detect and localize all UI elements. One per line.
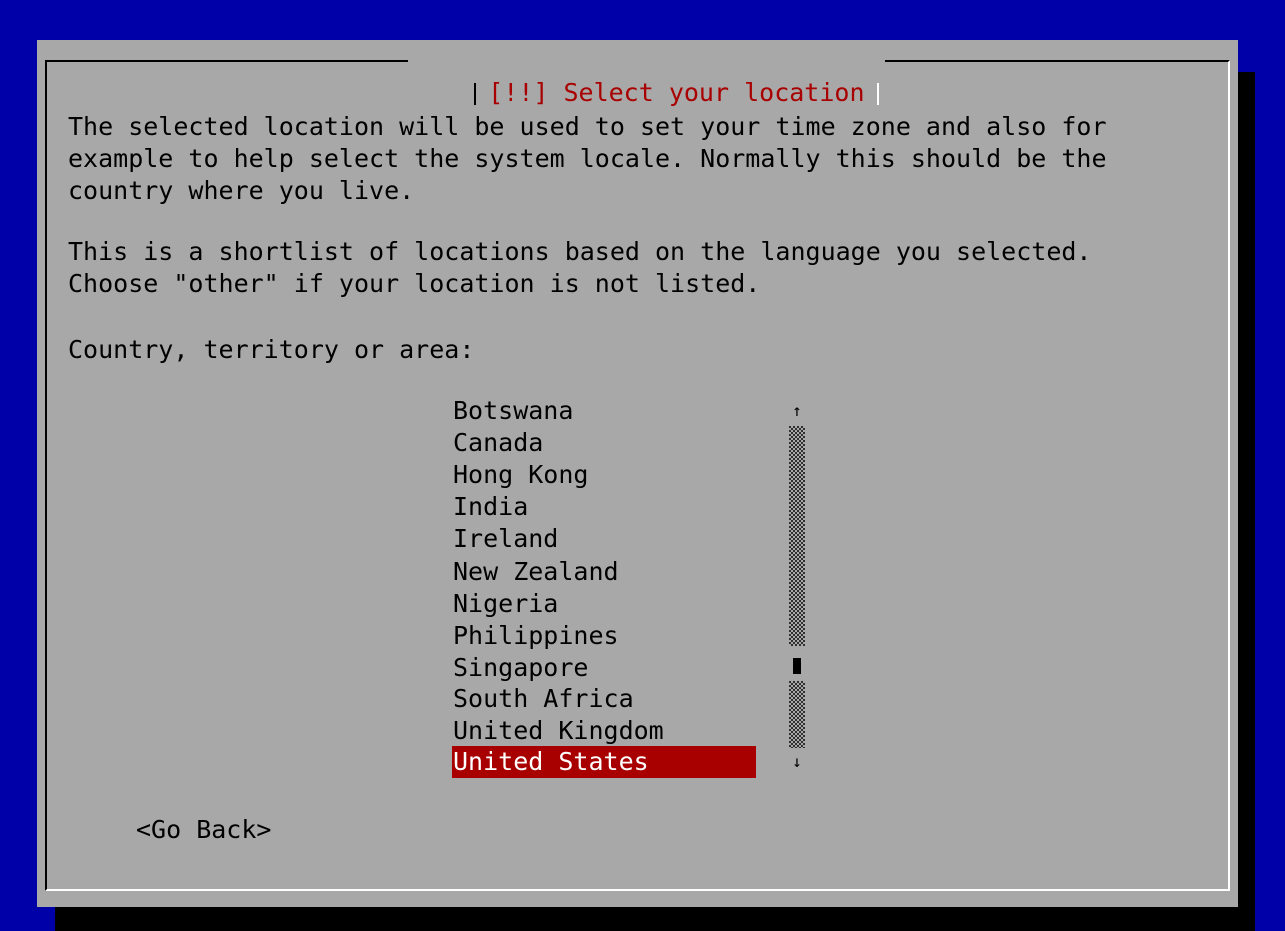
scroll-up-arrow-icon[interactable]: ↑: [785, 395, 809, 427]
list-item-south-africa[interactable]: South Africa: [452, 683, 756, 715]
list-item-ireland[interactable]: Ireland: [452, 523, 756, 555]
list-item-botswana[interactable]: Botswana: [452, 395, 756, 427]
scrollbar-track-upper[interactable]: [789, 426, 805, 646]
scroll-down-arrow-icon[interactable]: ↓: [785, 746, 809, 778]
scrollbar-thumb[interactable]: [793, 658, 801, 674]
description-line-2: example to help select the system locale…: [68, 144, 1107, 173]
dialog-title: [!!] Select your location: [488, 78, 865, 107]
dialog-title-bar: [!!] Select your location: [408, 45, 885, 107]
list-item-hong-kong[interactable]: Hong Kong: [452, 459, 756, 491]
list-item-united-kingdom[interactable]: United Kingdom: [452, 715, 756, 747]
shortlist-line-1: This is a shortlist of locations based o…: [68, 237, 1092, 266]
go-back-button[interactable]: <Go Back>: [136, 814, 271, 846]
description-line-3: country where you live.: [68, 176, 415, 205]
description-line-1: The selected location will be used to se…: [68, 112, 1107, 141]
list-item-india[interactable]: India: [452, 491, 756, 523]
list-item-philippines[interactable]: Philippines: [452, 620, 756, 652]
list-item-nigeria[interactable]: Nigeria: [452, 588, 756, 620]
list-item-united-states[interactable]: United States: [452, 746, 756, 778]
location-dialog: [!!] Select your location The selected l…: [37, 40, 1238, 907]
list-item-canada[interactable]: Canada: [452, 427, 756, 459]
list-item-new-zealand[interactable]: New Zealand: [452, 556, 756, 588]
scrollbar-track-lower[interactable]: [789, 681, 805, 748]
shortlist-line-2: Choose "other" if your location is not l…: [68, 269, 761, 298]
list-item-singapore[interactable]: Singapore: [452, 652, 756, 684]
country-prompt: Country, territory or area:: [68, 335, 475, 364]
title-border-right: [876, 83, 879, 105]
